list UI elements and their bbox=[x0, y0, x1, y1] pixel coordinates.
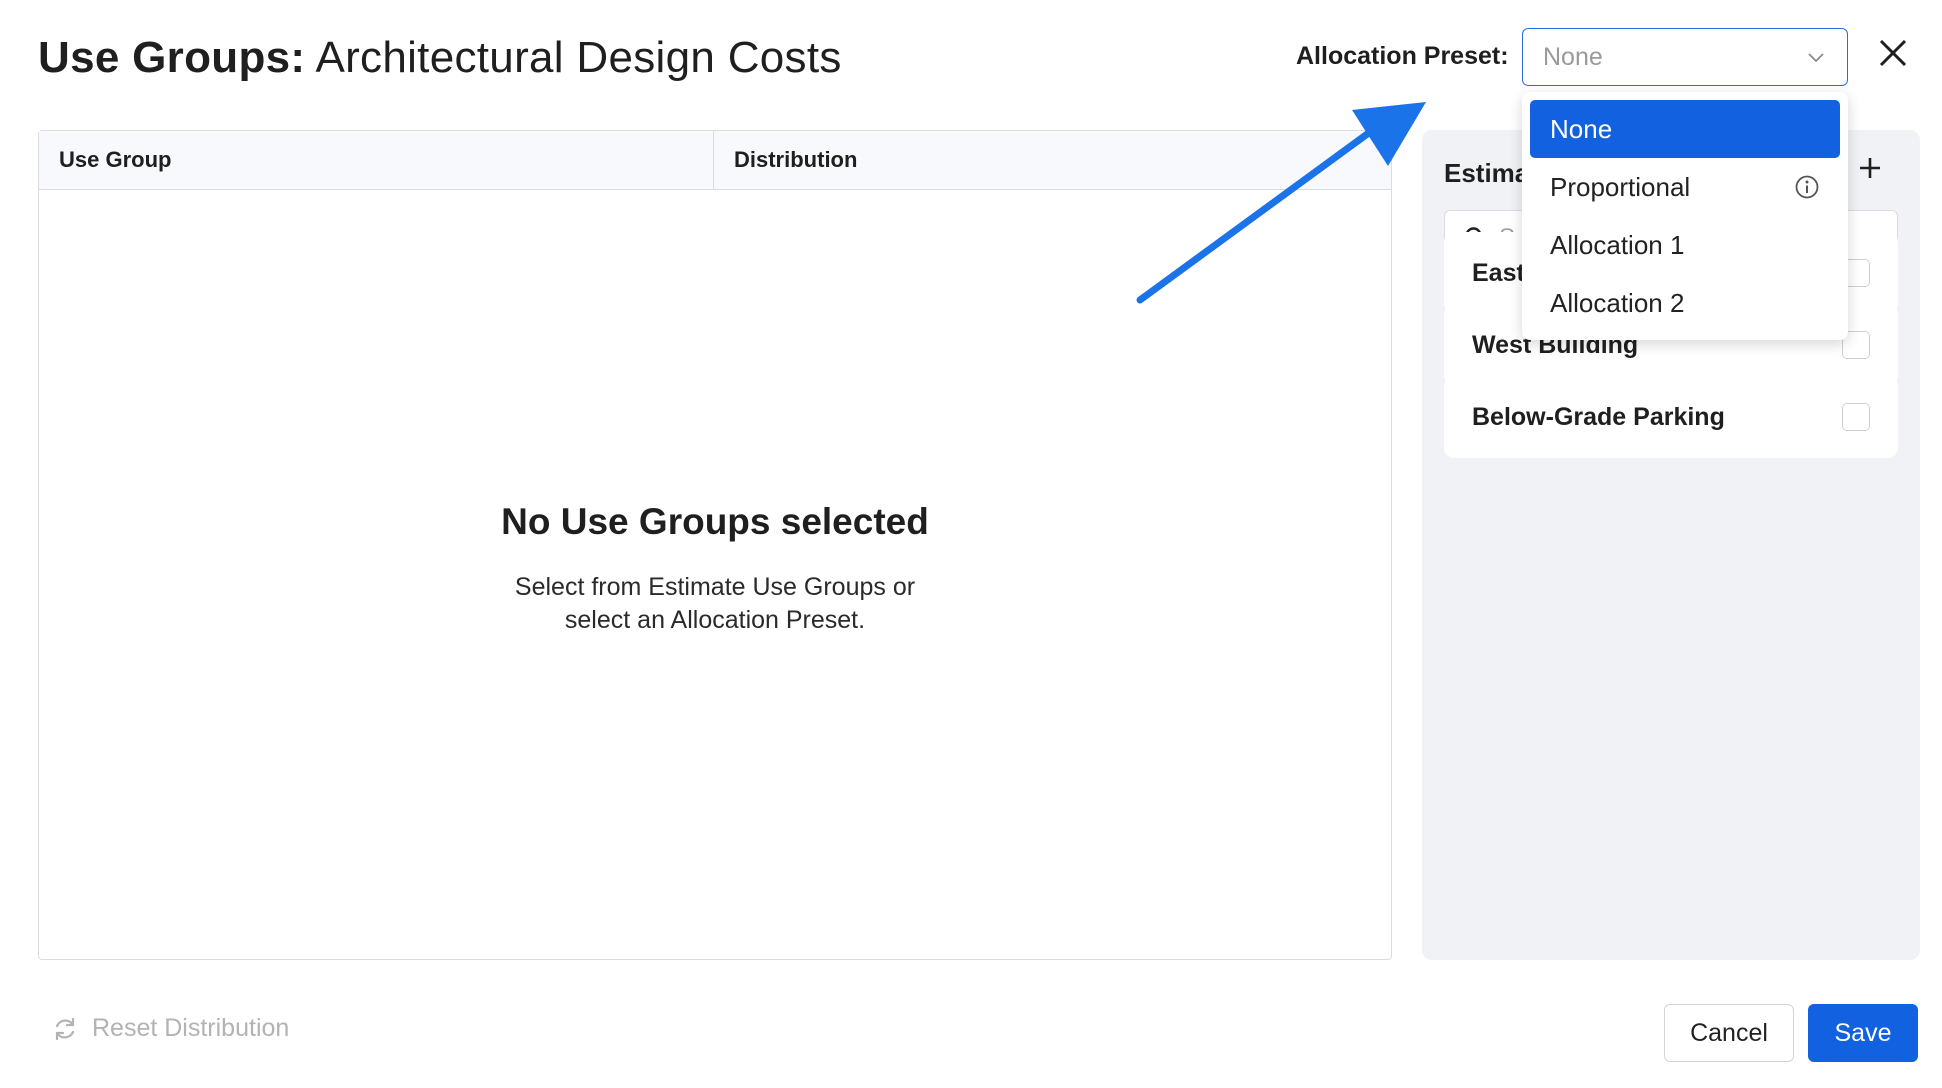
dropdown-option-allocation-1[interactable]: Allocation 1 bbox=[1530, 216, 1840, 274]
allocation-preset-value: None bbox=[1543, 42, 1603, 71]
close-icon[interactable] bbox=[1876, 36, 1910, 70]
refresh-icon bbox=[55, 1017, 75, 1040]
column-header-distribution[interactable]: Distribution bbox=[714, 131, 1391, 189]
save-button[interactable]: Save bbox=[1808, 1004, 1918, 1062]
option-label: Allocation 2 bbox=[1550, 287, 1685, 318]
info-icon[interactable] bbox=[1794, 174, 1820, 200]
option-label: Allocation 1 bbox=[1550, 229, 1685, 260]
distribution-table: Use Group Distribution No Use Groups sel… bbox=[38, 130, 1392, 960]
cancel-button[interactable]: Cancel bbox=[1664, 1004, 1794, 1062]
empty-state-line-2: select an Allocation Preset. bbox=[564, 606, 866, 634]
use-group-checkbox[interactable] bbox=[1842, 403, 1870, 431]
reset-distribution-label: Reset Distribution bbox=[92, 1014, 290, 1042]
dropdown-option-proportional[interactable]: Proportional bbox=[1530, 158, 1840, 216]
title-prefix: Use Groups: bbox=[38, 33, 306, 82]
dropdown-option-allocation-2[interactable]: Allocation 2 bbox=[1530, 274, 1840, 332]
allocation-preset-dropdown: None Proportional Allocation 1 Allocatio… bbox=[1522, 92, 1848, 340]
modal-header: Use Groups: Architectural Design Costs bbox=[38, 30, 842, 86]
dropdown-option-none[interactable]: None bbox=[1530, 100, 1840, 158]
empty-state-description: Select from Estimate Use Groups or selec… bbox=[39, 571, 1391, 637]
option-label: Proportional bbox=[1550, 171, 1691, 202]
option-label: None bbox=[1550, 113, 1613, 144]
column-header-use-group[interactable]: Use Group bbox=[39, 131, 714, 189]
table-header: Use Group Distribution bbox=[39, 131, 1391, 190]
use-group-name: East bbox=[1472, 258, 1525, 287]
use-group-name: Below-Grade Parking bbox=[1472, 402, 1725, 431]
page-title: Use Groups: Architectural Design Costs bbox=[38, 33, 842, 83]
title-subject: Architectural Design Costs bbox=[305, 33, 842, 82]
allocation-preset-label: Allocation Preset: bbox=[1296, 42, 1509, 70]
empty-state-line-1: Select from Estimate Use Groups or bbox=[514, 573, 916, 601]
empty-state-title: No Use Groups selected bbox=[501, 501, 929, 542]
allocation-preset-select[interactable]: None bbox=[1522, 28, 1848, 86]
plus-icon[interactable] bbox=[1856, 154, 1884, 182]
empty-state: No Use Groups selected Select from Estim… bbox=[39, 501, 1391, 637]
reset-distribution-button[interactable]: Reset Distribution bbox=[52, 1014, 289, 1043]
panel-title: Estima bbox=[1444, 158, 1530, 188]
use-group-card[interactable]: Below-Grade Parking bbox=[1444, 376, 1898, 458]
chevron-down-icon bbox=[1808, 53, 1824, 63]
